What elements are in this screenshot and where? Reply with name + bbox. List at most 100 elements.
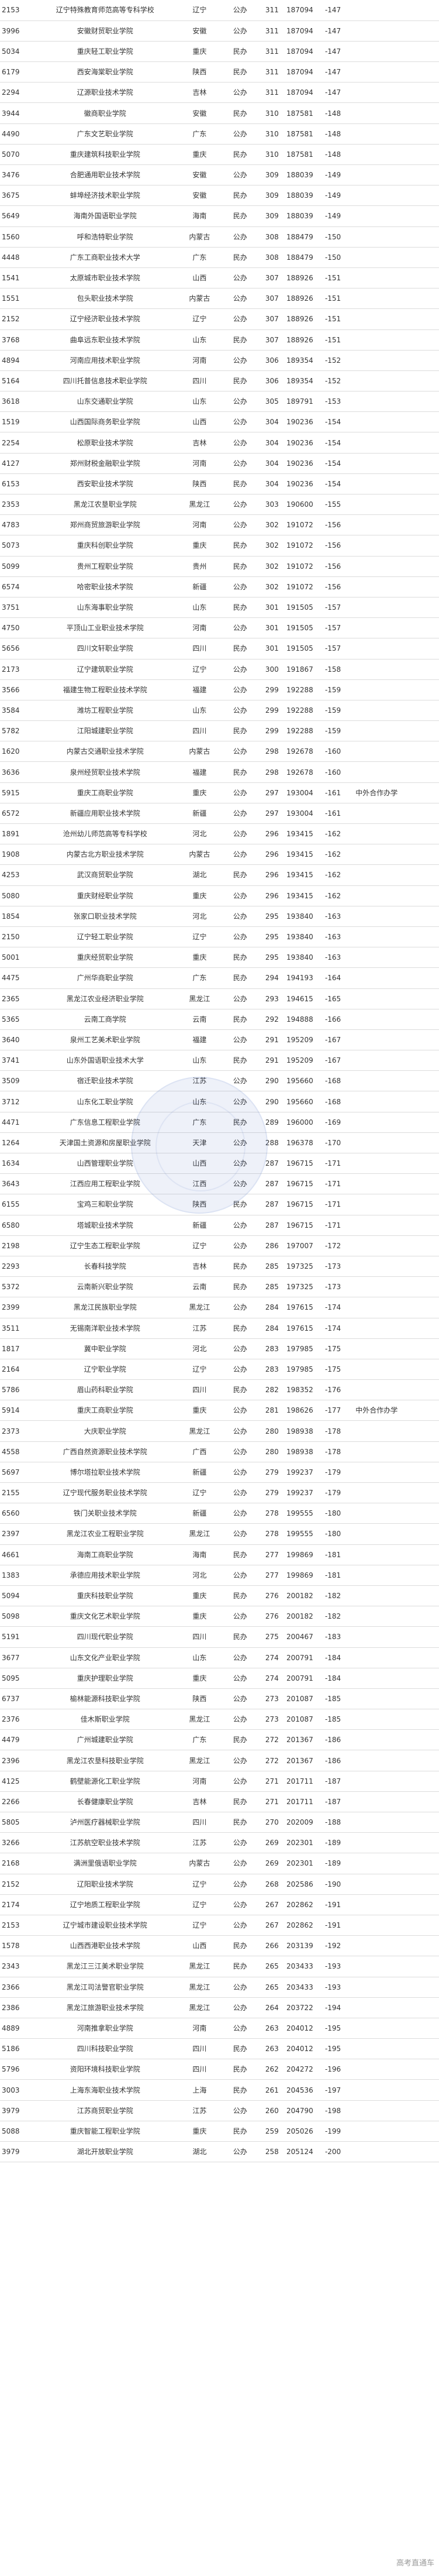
table-row: 3996 安徽财贸职业学院 安徽 公办 311 187094 -147 [0,20,439,42]
score-diff: -148 [323,102,354,124]
province: 河南 [178,453,221,474]
table-row: 3266 江苏航空职业技术学院 江苏 公办 269 202301 -189 [0,1832,439,1854]
ownership: 公办 [220,617,260,639]
min-score: 271 [259,1771,285,1792]
score-diff: -148 [323,123,354,145]
min-rank: 199237 [284,1482,323,1504]
min-rank: 203722 [284,1997,323,2018]
score-diff: -193 [323,1956,354,1977]
school-name: 辽宁生态工程职业学院 [32,1235,178,1256]
score-diff: -185 [323,1688,354,1710]
table-row: 5099 贵州工程职业学院 贵州 民办 302 191072 -156 [0,556,439,577]
school-name: 贵州工程职业学院 [32,556,178,577]
score-diff: -167 [323,1029,354,1051]
min-score: 309 [259,185,285,207]
ownership: 民办 [220,947,260,968]
score-diff: -184 [323,1668,354,1689]
min-rank: 197615 [284,1318,323,1339]
note [354,1915,439,1936]
ownership: 公办 [220,267,260,289]
min-rank: 202862 [284,1894,323,1915]
min-rank: 196378 [284,1132,323,1154]
ownership: 公办 [220,741,260,763]
ownership: 公办 [220,926,260,948]
ownership: 公办 [220,411,260,433]
min-rank: 195660 [284,1091,323,1112]
min-score: 293 [259,988,285,1009]
min-rank: 201087 [284,1688,323,1710]
province: 黑龙江 [178,1997,221,2018]
ownership: 民办 [220,761,260,783]
school-name: 佳木斯职业学院 [32,1709,178,1730]
min-rank: 191505 [284,617,323,639]
table-row: 3584 潍坊工程职业学院 山东 公办 299 192288 -159 [0,700,439,722]
min-rank: 187581 [284,123,323,145]
score-diff: -149 [323,164,354,186]
school-code: 5001 [0,947,32,968]
note [354,1276,439,1298]
min-rank: 188039 [284,164,323,186]
school-code: 1817 [0,1338,32,1359]
min-score: 308 [259,247,285,268]
min-score: 283 [259,1338,285,1359]
min-score: 263 [259,2018,285,2039]
note [354,1565,439,1586]
ownership: 民办 [220,720,260,742]
ownership: 公办 [220,494,260,516]
score-diff: -171 [323,1153,354,1174]
min-rank: 199869 [284,1565,323,1586]
school-name: 内蒙古北方职业技术学院 [32,844,178,865]
school-name: 平顶山工业职业技术学院 [32,617,178,639]
score-diff: -191 [323,1915,354,1936]
min-rank: 198352 [284,1379,323,1401]
province: 重庆 [178,947,221,968]
score-diff: -168 [323,1091,354,1112]
min-score: 292 [259,1009,285,1030]
school-name: 天津国土资源和房屋职业学院 [32,1132,178,1154]
table-row: 5372 云南新兴职业学院 云南 民办 285 197325 -173 [0,1276,439,1298]
min-rank: 191505 [284,597,323,619]
table-row: 4783 郑州商贸旅游职业学院 河南 公办 302 191072 -156 [0,514,439,536]
province: 山东 [178,329,221,351]
school-name: 铁门关职业技术学院 [32,1503,178,1524]
school-code: 3476 [0,164,32,186]
school-name: 四川科技职业学院 [32,2038,178,2060]
note [354,1420,439,1442]
min-score: 279 [259,1482,285,1504]
ownership: 民办 [220,144,260,166]
min-rank: 188479 [284,226,323,248]
table-row: 2373 大庆职业学院 黑龙江 公办 280 198938 -178 [0,1420,439,1442]
min-score: 304 [259,473,285,495]
ownership: 公办 [220,700,260,722]
school-name: 长春科技学院 [32,1256,178,1277]
min-rank: 196715 [284,1215,323,1236]
province: 黑龙江 [178,1977,221,1998]
note [354,288,439,310]
note [354,2121,439,2142]
note [354,720,439,742]
province: 江西 [178,1173,221,1195]
score-diff: -179 [323,1462,354,1483]
table-row: 5088 重庆智能工程职业学院 重庆 民办 259 205026 -199 [0,2121,439,2142]
ownership: 民办 [220,2121,260,2142]
note [354,1791,439,1813]
note [354,1070,439,1092]
note [354,2100,439,2121]
min-score: 295 [259,926,285,948]
min-score: 280 [259,1441,285,1462]
score-diff: -168 [323,1070,354,1092]
table-row: 3003 上海东海职业技术学院 上海 民办 261 204536 -197 [0,2079,439,2101]
table-row: 2396 黑龙江农垦科技职业学院 黑龙江 公办 272 201367 -186 [0,1750,439,1771]
school-code: 6574 [0,576,32,597]
school-code: 4127 [0,453,32,474]
school-name: 山西国际商务职业学院 [32,411,178,433]
note [354,61,439,83]
province: 江苏 [178,1318,221,1339]
note [354,82,439,104]
school-code: 4894 [0,350,32,371]
ownership: 公办 [220,164,260,186]
min-score: 285 [259,1276,285,1298]
note [354,1215,439,1236]
school-code: 2396 [0,1750,32,1771]
ownership: 民办 [220,2038,260,2060]
